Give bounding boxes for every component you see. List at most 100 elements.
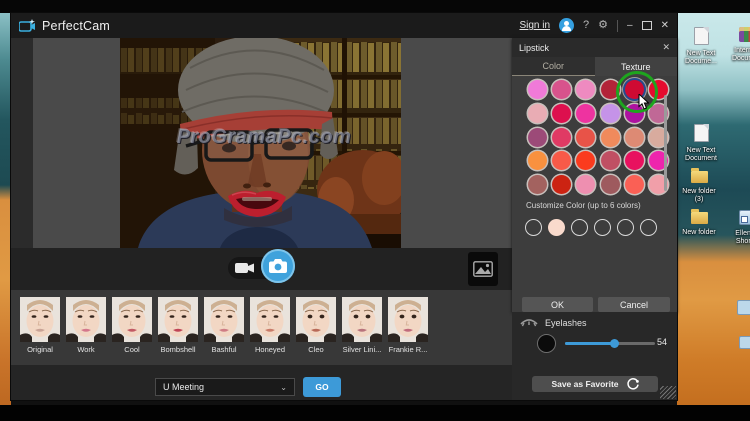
lipstick-color-swatch[interactable] [601,80,620,99]
lipstick-color-swatch[interactable] [552,80,571,99]
help-icon[interactable]: ? [583,20,589,31]
lipstick-color-swatch[interactable] [625,80,644,99]
captured-media-button[interactable] [468,252,498,286]
preset-label: Original [20,345,60,354]
tab-texture[interactable]: Texture [595,57,678,76]
window-content: ProGramaPc.com [11,38,677,400]
bottom-black-bar [0,405,750,421]
preset-label: Cleo [296,345,336,354]
lipstick-color-swatch[interactable] [601,175,620,194]
preset-label: Work [66,345,106,354]
text-document-icon [694,124,709,142]
meeting-bar: U Meeting ⌄ GO [11,365,512,400]
tab-color[interactable]: Color [512,57,595,76]
eyelash-color-swatch[interactable] [537,334,556,353]
custom-color-slot[interactable] [548,219,565,236]
lipstick-color-swatch[interactable] [576,128,595,147]
preset-cool[interactable]: Cool [112,297,152,365]
gear-icon[interactable]: ⚙ [598,20,608,31]
member-account-icon[interactable] [559,18,574,33]
desktop-icon-new-text-docume[interactable]: New TextDocume... [682,27,720,66]
lipstick-color-swatch[interactable] [576,151,595,170]
preset-original[interactable]: Original [20,297,60,365]
go-button[interactable]: GO [303,377,341,397]
preset-label: Bashful [204,345,244,354]
desktop-icon-partial[interactable] [739,336,750,349]
desktop-icon-winrar-archive[interactable]: Intern...Docum... [729,27,750,63]
eyelashes-section: Eyelashes 54 Save as Favorite [512,312,677,400]
preset-label: Bombshell [158,345,198,354]
lipstick-color-swatch[interactable] [625,104,644,123]
close-button[interactable]: ✕ [661,21,669,31]
preset-work[interactable]: Work [66,297,106,365]
lipstick-color-swatch[interactable] [528,128,547,147]
custom-color-slot[interactable] [640,219,657,236]
snapshot-camera-button[interactable] [261,249,295,283]
lipstick-color-swatch[interactable] [528,104,547,123]
lipstick-color-swatch[interactable] [552,175,571,194]
lipstick-swatch-grid [525,78,671,196]
save-as-favorite-button[interactable]: Save as Favorite [532,376,658,392]
preset-bashful[interactable]: Bashful [204,297,244,365]
folder-icon [691,212,708,224]
lipstick-color-swatch[interactable] [625,175,644,194]
preset-thumbnail [250,297,290,342]
sign-in-link[interactable]: Sign in [519,20,550,31]
meeting-app-select[interactable]: U Meeting ⌄ [155,378,295,396]
desktop-icon-new-text-document[interactable]: New TextDocument [682,124,720,163]
preset-honeyed[interactable]: Honeyed [250,297,290,365]
window-resize-grip[interactable] [660,386,676,399]
customize-color-label: Customize Color (up to 6 colors) [526,201,641,210]
swatch-scrollbar[interactable] [664,95,667,191]
perfectcam-window: PerfectCam Sign in ? ⚙ – ✕ [11,13,677,400]
maximize-button[interactable] [642,21,652,30]
preset-cleo[interactable]: Cleo [296,297,336,365]
preset-bombshell[interactable]: Bombshell [158,297,198,365]
lipstick-color-swatch[interactable] [576,175,595,194]
lipstick-color-swatch[interactable] [601,104,620,123]
custom-color-slot[interactable] [594,219,611,236]
custom-color-slot[interactable] [525,219,542,236]
photo-gallery-icon [473,261,493,277]
preset-label: Frankie R... [388,345,428,354]
lipstick-color-swatch[interactable] [528,151,547,170]
eyelash-intensity-value: 54 [657,337,667,347]
lipstick-color-swatch[interactable] [576,80,595,99]
eyelashes-icon [520,319,538,330]
eyelashes-label: Eyelashes [545,318,587,328]
chevron-down-icon: ⌄ [280,383,287,392]
lipstick-color-swatch[interactable] [576,104,595,123]
preset-frankie-r[interactable]: Frankie R... [388,297,428,365]
close-icon[interactable]: ✕ [662,42,670,53]
lipstick-color-swatch[interactable] [528,80,547,99]
custom-color-slot[interactable] [571,219,588,236]
lipstick-tabs: Color Texture [512,57,677,76]
custom-color-slot[interactable] [617,219,634,236]
preset-thumbnail [296,297,336,342]
minimize-button[interactable]: – [627,21,633,31]
preset-silver-lini[interactable]: Silver Lini... [342,297,382,365]
desktop-icon-partial[interactable] [737,300,750,315]
lipstick-color-swatch[interactable] [601,151,620,170]
folder-icon [691,171,708,183]
lipstick-color-swatch[interactable] [552,151,571,170]
text-document-icon [694,27,709,45]
lipstick-color-swatch[interactable] [552,104,571,123]
lipstick-color-swatch[interactable] [625,151,644,170]
screen: New TextDocume... Intern...Docum... New … [0,0,750,421]
top-black-bar [0,0,750,13]
lipstick-color-swatch[interactable] [528,175,547,194]
eyelash-intensity-slider[interactable] [565,341,655,346]
cancel-button[interactable]: Cancel [598,297,670,312]
favorite-snapshot-icon [627,378,639,390]
desktop-icon-new-folder[interactable]: New folder [680,212,718,237]
desktop-icon-shortcut[interactable]: Ellen...Shor... [731,210,750,246]
ok-button[interactable]: OK [522,297,593,312]
lipstick-color-swatch[interactable] [552,128,571,147]
meeting-app-value: U Meeting [163,382,204,392]
desktop-icon-new-folder-3[interactable]: New folder(3) [680,171,718,204]
lipstick-popup-header: Lipstick ✕ [512,38,677,57]
lipstick-color-swatch[interactable] [601,128,620,147]
slider-handle[interactable] [610,339,619,348]
lipstick-color-swatch[interactable] [625,128,644,147]
